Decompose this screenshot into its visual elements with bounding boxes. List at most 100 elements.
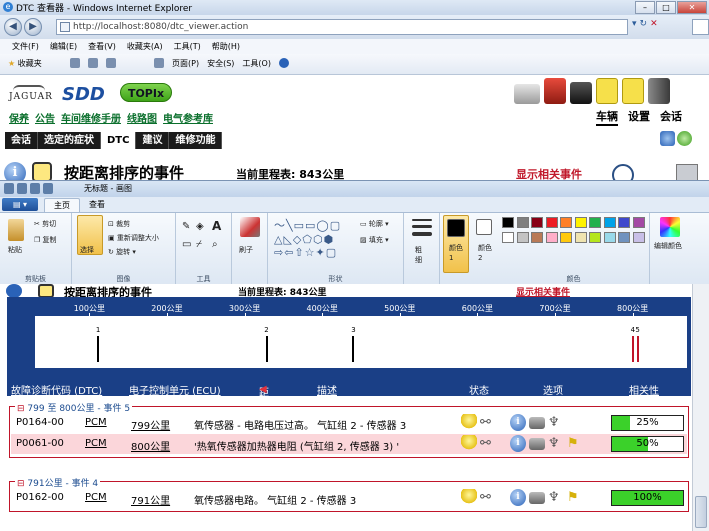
pencil-icon[interactable]: ✎ — [182, 221, 190, 232]
dropdown-icon[interactable]: ▾ — [632, 19, 637, 29]
link-electrical-ref[interactable]: 电气参考库 — [163, 110, 213, 125]
palette-swatch[interactable] — [632, 232, 645, 243]
timeline-event-line[interactable] — [97, 336, 100, 362]
shape-gallery[interactable]: 〜╲▭▭◯▢ △◺◇⬠⬡⬢ ⇨⇦⇧☆✦▢ — [274, 217, 341, 259]
distance-link[interactable]: 791公里 — [131, 492, 170, 507]
menu-help[interactable]: 帮助(H) — [212, 41, 240, 52]
forward-icon[interactable]: ▶ — [24, 18, 42, 36]
palette-swatch[interactable] — [516, 232, 529, 243]
fill-bucket-icon[interactable]: ◈ — [196, 221, 204, 232]
globe-icon[interactable] — [660, 131, 675, 146]
info-icon[interactable]: i — [510, 414, 526, 431]
feeds-icon[interactable] — [88, 58, 98, 68]
help-icon[interactable] — [278, 58, 289, 68]
menu-view[interactable]: 查看(V) — [88, 41, 116, 52]
safety-menu[interactable]: 安全(S) — [207, 58, 234, 69]
stethoscope-icon[interactable]: ♆ — [548, 489, 564, 506]
close-button[interactable]: ✕ — [677, 1, 707, 14]
palette-swatch[interactable] — [545, 232, 558, 243]
minimize-button[interactable]: – — [635, 1, 655, 14]
ok-icon[interactable] — [677, 131, 692, 146]
link-bulletin[interactable]: 公告 — [35, 110, 55, 125]
disconnect-icon[interactable]: ⚯ — [480, 414, 496, 431]
fuel-icon[interactable] — [544, 78, 566, 104]
maximize-button[interactable]: □ — [656, 1, 676, 14]
back-icon[interactable]: ◀ — [4, 18, 22, 36]
lightbulb-icon[interactable] — [461, 414, 477, 431]
color2-swatch[interactable] — [476, 219, 492, 235]
palette-swatch[interactable] — [560, 232, 572, 243]
fill-button[interactable]: ▨ 填充 ▾ — [360, 235, 389, 245]
magnifier-icon[interactable]: ⌕ — [212, 239, 218, 250]
size-button[interactable]: 粗细 — [415, 245, 427, 265]
link-maintenance[interactable]: 保养 — [9, 110, 29, 125]
palette-swatch[interactable] — [618, 217, 630, 228]
timeline-event-line[interactable] — [265, 336, 268, 362]
menu-tools[interactable]: 工具(T) — [174, 41, 201, 52]
timeline-event-line[interactable] — [636, 336, 639, 362]
palette-swatch[interactable] — [574, 232, 587, 243]
camera-icon[interactable] — [529, 438, 545, 450]
outline-button[interactable]: ▭ 轮廓 ▾ — [360, 219, 389, 229]
nav-session[interactable]: 会话 — [5, 132, 38, 149]
redo-icon[interactable] — [43, 183, 53, 194]
lightbulb-icon[interactable] — [461, 435, 477, 452]
menu-file[interactable]: 文件(F) — [12, 41, 39, 52]
color-picker-icon[interactable]: ⌿ — [196, 239, 202, 250]
distance-link[interactable]: 799公里 — [131, 417, 170, 432]
note-icon[interactable] — [596, 78, 618, 104]
tab-session[interactable]: 会话 — [660, 108, 682, 126]
edit-colors-icon[interactable] — [660, 217, 680, 237]
battery-icon[interactable] — [570, 82, 592, 104]
col-dtc[interactable]: 故障诊断代码 (DTC) — [11, 382, 102, 397]
nav-recommendations[interactable]: 建议 — [136, 132, 170, 149]
palette-swatch[interactable] — [531, 217, 543, 228]
col-description[interactable]: 描述 — [317, 382, 337, 397]
help-note-icon[interactable] — [622, 78, 644, 104]
favorites-button[interactable]: ★ 收藏夹 — [8, 58, 42, 69]
ecu-link[interactable]: PCM — [85, 417, 107, 428]
camera-icon[interactable] — [529, 492, 545, 504]
tab-view[interactable]: 查看 — [80, 198, 114, 212]
nav-symptoms[interactable]: 选定的症状 — [38, 132, 101, 149]
search-input[interactable] — [692, 19, 709, 35]
palette-swatch[interactable] — [589, 232, 601, 243]
lightbulb-icon[interactable] — [461, 489, 477, 506]
link-workshop-manual[interactable]: 车间维修手册 — [61, 110, 121, 125]
palette-swatch[interactable] — [531, 232, 543, 243]
print-icon[interactable] — [154, 58, 164, 68]
dtc-row[interactable]: P0061-00 PCM 800公里 '热氧传感器加热器电阻 (气缸组 2, 传感器 … — [11, 434, 687, 454]
vehicle-connect-icon[interactable] — [514, 84, 540, 104]
menu-favorites[interactable]: 收藏夹(A) — [127, 41, 163, 52]
stethoscope-icon[interactable]: ♆ — [548, 435, 564, 452]
nav-repair-functions[interactable]: 维修功能 — [169, 132, 223, 149]
paste-icon[interactable] — [8, 219, 24, 241]
home-icon[interactable] — [70, 58, 80, 68]
palette-swatch[interactable] — [603, 232, 616, 243]
paste-button[interactable]: 粘贴 — [8, 245, 22, 255]
ecu-link[interactable]: PCM — [85, 438, 107, 449]
link-wiring[interactable]: 线路图 — [127, 110, 157, 125]
flag-arrow-icon[interactable]: ⚑ — [567, 489, 583, 506]
camera-icon[interactable] — [529, 417, 545, 429]
nav-dtc[interactable]: DTC — [101, 132, 137, 149]
menu-edit[interactable]: 编辑(E) — [50, 41, 77, 52]
dtc-row[interactable]: P0164-00 PCM 799公里 氧传感器 - 电路电压过高。 气缸组 2 - 传… — [11, 413, 687, 433]
info-icon[interactable]: i — [510, 489, 526, 506]
paint-file-menu[interactable]: ▤ ▾ — [2, 198, 38, 211]
page-menu[interactable]: 页面(P) — [172, 58, 199, 69]
brush-button[interactable]: 刷子 — [239, 245, 253, 255]
disconnect-icon[interactable]: ⚯ — [480, 435, 496, 452]
stop-icon[interactable]: ✕ — [650, 19, 658, 29]
palette-swatch[interactable] — [574, 217, 587, 228]
palette-swatch[interactable] — [502, 217, 514, 228]
info-icon[interactable]: i — [510, 435, 526, 452]
exit-door-icon[interactable] — [648, 78, 670, 104]
vertical-scrollbar[interactable] — [692, 284, 709, 531]
resize-button[interactable]: ▣ 重新调整大小 — [108, 233, 159, 243]
palette-swatch[interactable] — [589, 217, 601, 228]
palette-swatch[interactable] — [618, 232, 630, 243]
palette-swatch[interactable] — [632, 217, 645, 228]
ecu-link[interactable]: PCM — [85, 492, 107, 503]
edit-colors-button[interactable]: 编辑颜色 — [654, 241, 682, 251]
